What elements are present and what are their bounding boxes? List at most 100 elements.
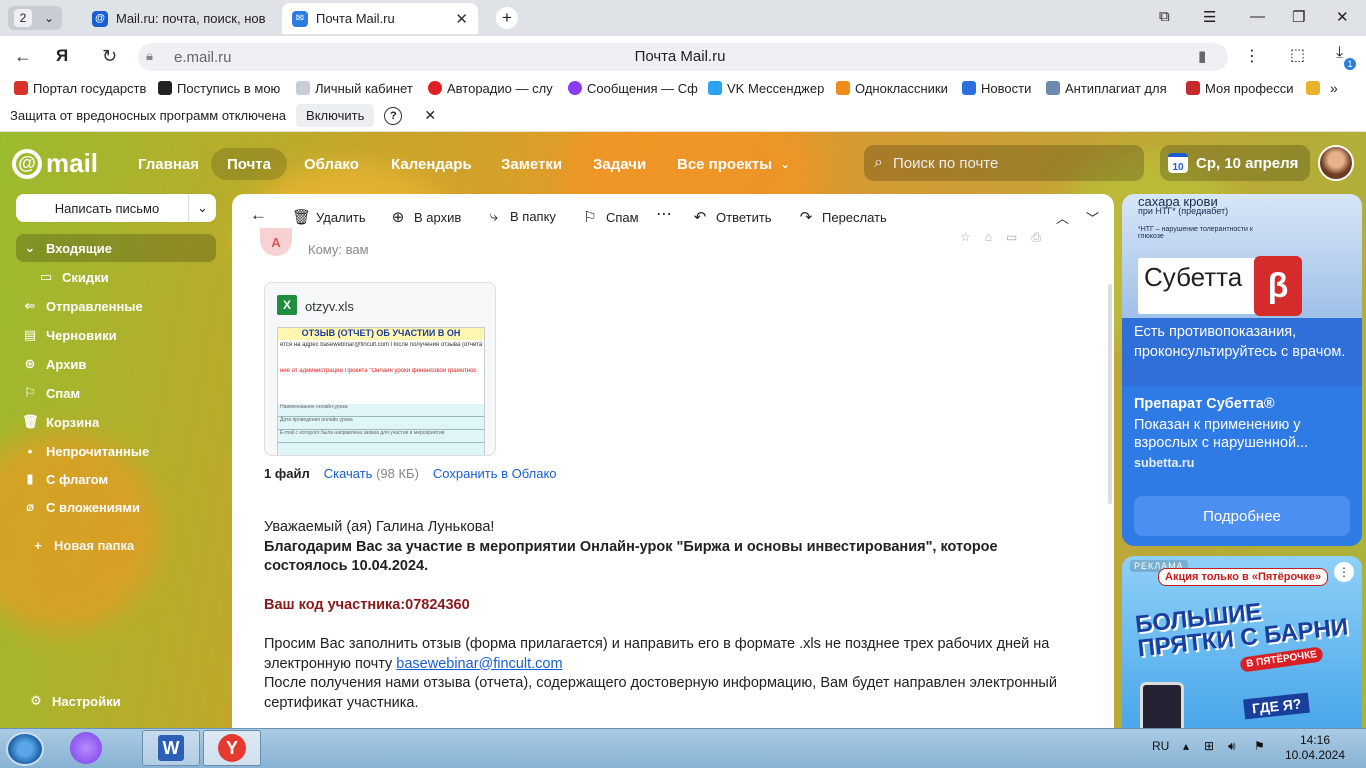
ad-pyaterochka[interactable]: РЕКЛАМА Акция только в «Пятёрочке» ⋮ БОЛ…	[1122, 556, 1362, 728]
messages-icon	[568, 81, 582, 95]
more-actions-icon[interactable]: ⋯	[656, 204, 672, 224]
print-icon[interactable]: ⎙	[1031, 230, 1041, 245]
mail-logo[interactable]: @ mail	[12, 148, 98, 179]
nav-all-projects[interactable]: Все проекты ⌄	[677, 148, 790, 180]
bookmark-item[interactable]: Авторадио — слу	[428, 81, 568, 96]
chevron-down-icon[interactable]: ⌄	[188, 194, 216, 222]
close-tab-icon[interactable]: ✕	[455, 10, 468, 28]
help-icon[interactable]: ?	[384, 106, 403, 125]
folder-icon[interactable]: ▭	[1006, 230, 1017, 245]
bookmark-item[interactable]: Сообщения — Сф	[568, 81, 708, 96]
bookmark-icon[interactable]: ▮	[1198, 47, 1206, 65]
email-link[interactable]: basewebinar@fincult.com	[396, 656, 562, 672]
close-notice-icon[interactable]: ✕	[424, 107, 436, 124]
next-message-icon[interactable]: ﹀	[1086, 208, 1099, 227]
browser-tab-mailru[interactable]: @ Mail.ru: почта, поиск, нов	[82, 3, 280, 34]
star-icon[interactable]: ☆	[960, 230, 971, 245]
forward-button[interactable]: ↷ Переслать	[798, 208, 887, 226]
yandex-browser-icon: Y	[218, 734, 246, 762]
bookmark-item[interactable]: VK Мессенджер	[708, 81, 836, 96]
nav-tasks[interactable]: Задачи	[593, 148, 646, 180]
save-to-cloud-link[interactable]: Сохранить в Облако	[433, 466, 557, 481]
bookmark-item[interactable]: Личный кабинет	[296, 81, 428, 96]
folder-drafts[interactable]: ▤ Черновики	[16, 321, 216, 349]
dot-icon: •	[27, 443, 33, 459]
taskbar-yandex-browser[interactable]: Y	[203, 730, 261, 766]
folder-attachments[interactable]: ⌀ С вложениями	[16, 493, 216, 521]
spam-button[interactable]: ⚐ Спам	[582, 208, 638, 226]
compose-button[interactable]: Написать письмо ⌄	[16, 194, 216, 222]
bookmark-item[interactable]	[1306, 81, 1330, 95]
trash-icon: 🗑︎	[292, 209, 312, 226]
back-to-list-icon[interactable]: ←	[250, 205, 267, 225]
folder-archive[interactable]: ⊕ Архив	[16, 350, 216, 378]
minimize-icon[interactable]: —	[1250, 8, 1265, 25]
tag-icon[interactable]: ⌂	[985, 230, 992, 245]
start-button[interactable]	[6, 732, 44, 766]
volume-icon[interactable]: 🔊︎	[1228, 739, 1236, 754]
bookmark-item[interactable]: Новости	[962, 81, 1046, 96]
mail-search[interactable]: ⌕ Поиск по почте	[864, 145, 1144, 181]
settings-button[interactable]: ⚙ Настройки	[16, 687, 216, 715]
previous-message-icon[interactable]: ︿	[1056, 208, 1069, 227]
folder-flagged[interactable]: ▮ С флагом	[16, 465, 216, 493]
flag-tray-icon[interactable]: ⚑	[1254, 739, 1265, 753]
nav-mail[interactable]: Почта	[211, 148, 287, 180]
attachment-card[interactable]: X otzyv.xls ОТЗЫВ (ОТЧЕТ) ОБ УЧАСТИИ В О…	[264, 282, 496, 456]
clock[interactable]: 14:16 10.04.2024	[1282, 733, 1348, 763]
alice-icon[interactable]	[70, 732, 102, 764]
yandex-icon[interactable]: Я	[56, 46, 68, 66]
excel-file-icon: X	[277, 295, 297, 315]
archive-button[interactable]: ⊕ В архив	[390, 208, 462, 226]
scrollbar[interactable]	[1108, 284, 1112, 504]
avatar[interactable]	[1318, 145, 1354, 181]
delete-button[interactable]: 🗑︎ Удалить	[292, 208, 366, 226]
date-widget[interactable]: 10 Ср, 10 апреля	[1160, 145, 1310, 181]
nav-main[interactable]: Главная	[138, 148, 199, 180]
folder-discounts[interactable]: ▭ Скидки	[16, 263, 216, 291]
more-bookmarks-icon[interactable]: »	[1330, 80, 1350, 96]
ad-menu-icon[interactable]: ⋮	[1334, 562, 1354, 582]
reload-icon[interactable]: ↻	[102, 46, 117, 67]
more-icon[interactable]: ⋮	[1244, 46, 1260, 66]
new-folder-button[interactable]: + Новая папка	[16, 531, 216, 559]
bookmark-item[interactable]: Моя професси	[1186, 81, 1306, 96]
folder-unread[interactable]: • Непрочитанные	[16, 437, 216, 465]
tray-expand-icon[interactable]: ▴	[1183, 739, 1189, 753]
request-paragraph: Просим Вас заполнить отзыв (форма прилаг…	[264, 636, 1050, 672]
nav-calendar[interactable]: Календарь	[391, 148, 472, 180]
restore-icon[interactable]: ❐	[1292, 8, 1305, 26]
close-window-icon[interactable]: ✕	[1336, 8, 1349, 26]
calendar-icon: 10	[1168, 153, 1188, 173]
bookmark-manager-icon[interactable]: ⧉	[1159, 8, 1170, 25]
browser-tab-mail[interactable]: ✉ Почта Mail.ru ✕	[282, 3, 478, 34]
ad-promo: Акция только в «Пятёрочке»	[1158, 568, 1329, 586]
move-to-folder-button[interactable]: ⤷ В папку	[486, 208, 556, 225]
language-indicator[interactable]: RU	[1152, 739, 1169, 753]
nav-cloud[interactable]: Облако	[304, 148, 359, 180]
bookmark-item[interactable]: Антиплагиат для	[1046, 81, 1186, 96]
folder-inbox[interactable]: ⌄ Входящие	[16, 234, 216, 262]
ad-more-button[interactable]: Подробнее	[1134, 496, 1350, 536]
nav-notes[interactable]: Заметки	[501, 148, 562, 180]
new-tab-button[interactable]: +	[496, 7, 518, 29]
collections-icon[interactable]: ⬚	[1290, 45, 1305, 65]
ad-subetta[interactable]: сахара крови при НТГ* (предиабет) *НТГ –…	[1122, 194, 1362, 546]
enable-protection-button[interactable]: Включить	[296, 104, 375, 127]
taskbar-word[interactable]: W	[142, 730, 200, 766]
folder-trash[interactable]: 🗑︎ Корзина	[16, 408, 216, 436]
back-icon[interactable]: ←	[14, 46, 32, 67]
chevron-down-icon: ⌄	[780, 157, 791, 171]
folder-sent[interactable]: ⇐ Отправленные	[16, 292, 216, 320]
tab-count-button[interactable]: 2 ⌄	[8, 6, 62, 30]
reply-button[interactable]: ↶ Ответить	[692, 208, 772, 226]
bookmark-item[interactable]: Портал государств	[14, 81, 158, 96]
gosuslugi-icon	[14, 81, 28, 95]
bookmark-item[interactable]: Одноклассники	[836, 81, 962, 96]
network-icon[interactable]: ⊞	[1204, 739, 1214, 753]
menu-icon[interactable]: ☰	[1203, 8, 1216, 26]
folder-spam[interactable]: ⚐ Спам	[16, 379, 216, 407]
bookmark-item[interactable]: Поступись в мою	[158, 81, 296, 96]
download-icon[interactable]: ⤓	[1336, 44, 1343, 62]
download-link[interactable]: Скачать	[324, 466, 373, 481]
